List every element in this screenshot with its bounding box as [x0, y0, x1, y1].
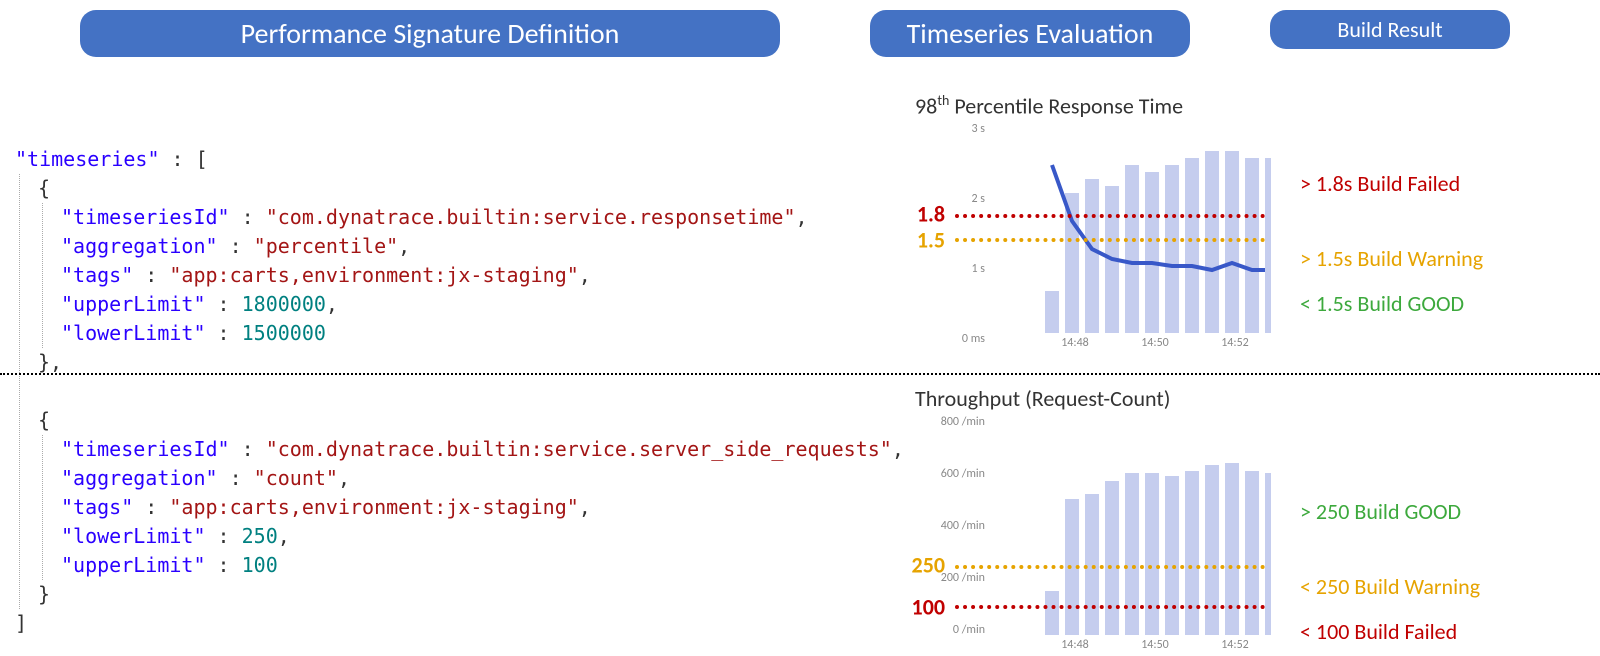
ytick: 600 /min [925, 467, 985, 481]
json-string: "percentile" [254, 234, 399, 258]
xtick: 14:52 [1221, 638, 1249, 652]
chart1-title-pre: 98 [915, 92, 937, 119]
result-failed: > 1.8s Build Failed [1300, 170, 1460, 197]
result-good: > 250 Build GOOD [1300, 498, 1461, 525]
bar [1265, 158, 1271, 333]
threshold-upper-label: 250 [912, 552, 945, 579]
header-result: Build Result [1270, 10, 1510, 49]
json-key: "upperLimit" [61, 553, 206, 577]
json-string: "count" [254, 466, 338, 490]
threshold-lower-label: 100 [912, 594, 945, 621]
chart-response-time: 3 s 2 s 1 s 0 ms 14:48 14:50 14:52 1.8 1… [955, 118, 1265, 348]
ytick: 800 /min [925, 415, 985, 429]
chart-line [955, 118, 1265, 348]
section-divider [0, 373, 1600, 375]
result-failed: < 100 Build Failed [1300, 618, 1457, 645]
json-string: "app:carts,environment:jx-staging" [169, 495, 578, 519]
chart1-title-post: Percentile Response Time [949, 92, 1183, 119]
bar [1105, 481, 1119, 635]
chart2-title: Throughput (Request-Count) [915, 385, 1170, 412]
chart1-title: 98th Percentile Response Time [915, 92, 1183, 119]
json-key: "lowerLimit" [61, 321, 206, 345]
threshold-upper [955, 565, 1265, 569]
json-key: "upperLimit" [61, 292, 206, 316]
json-key: "timeseriesId" [61, 437, 230, 461]
bar [1225, 463, 1239, 635]
result-warning: > 1.5s Build Warning [1300, 245, 1483, 272]
bar [1205, 465, 1219, 635]
json-key: "aggregation" [61, 234, 218, 258]
threshold-lower [955, 238, 1265, 242]
ytick: 400 /min [925, 519, 985, 533]
json-number: 100 [242, 553, 278, 577]
json-number: 250 [242, 524, 278, 548]
xtick: 14:48 [1061, 638, 1089, 652]
json-string: "com.dynatrace.builtin:service.responset… [266, 205, 796, 229]
json-string: "app:carts,environment:jx-staging" [169, 263, 578, 287]
threshold-lower-label: 1.5 [917, 227, 945, 254]
bar [1245, 471, 1259, 635]
ytick: 0 /min [925, 623, 985, 637]
threshold-lower [955, 605, 1265, 609]
result-good: < 1.5s Build GOOD [1300, 290, 1464, 317]
json-number: 1500000 [242, 321, 326, 345]
result-warning: < 250 Build Warning [1300, 573, 1480, 600]
json-number: 1800000 [242, 292, 326, 316]
json-key: "aggregation" [61, 466, 218, 490]
bar [1145, 473, 1159, 635]
xtick: 14:50 [1141, 638, 1169, 652]
bar [1185, 471, 1199, 635]
bar [1125, 473, 1139, 635]
json-key: "lowerLimit" [61, 524, 206, 548]
json-key: "timeseries" [15, 147, 160, 171]
header-evaluation: Timeseries Evaluation [870, 10, 1190, 57]
json-key: "tags" [61, 263, 133, 287]
json-key: "timeseriesId" [61, 205, 230, 229]
bar [1265, 473, 1271, 635]
chart1-title-sup: th [937, 92, 949, 109]
threshold-upper-label: 1.8 [917, 201, 945, 228]
chart-throughput: 800 /min 600 /min 400 /min 200 /min 0 /m… [955, 415, 1265, 650]
json-key: "tags" [61, 495, 133, 519]
json-string: "com.dynatrace.builtin:service.server_si… [266, 437, 892, 461]
header-definition: Performance Signature Definition [80, 10, 780, 57]
threshold-upper [955, 214, 1265, 218]
bar [1165, 476, 1179, 635]
json-code-block: "timeseries" : [ { "timeseriesId" : "com… [15, 145, 904, 638]
bar [1045, 591, 1059, 635]
